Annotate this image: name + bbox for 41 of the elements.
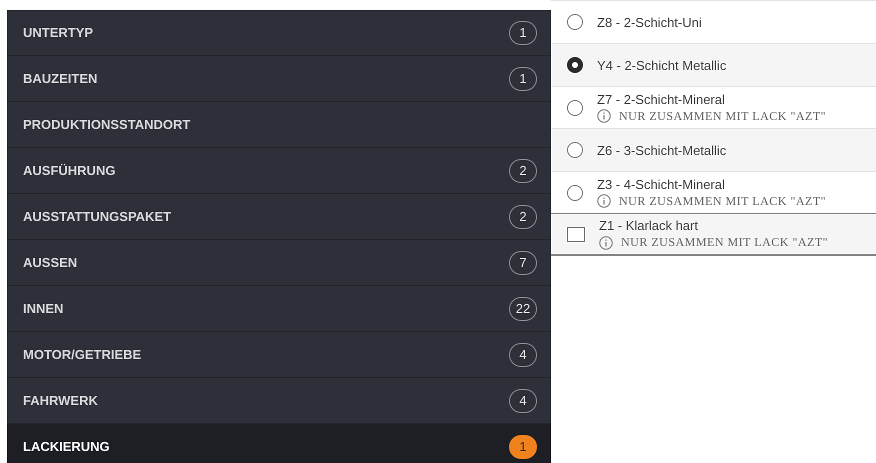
- option-row[interactable]: Z6 - 3-Schicht-Metallic: [551, 128, 876, 171]
- category-label: BAUZEITEN: [23, 71, 98, 86]
- category-label: AUSSTATTUNGSPAKET: [23, 209, 172, 224]
- radio-button[interactable]: [567, 100, 583, 116]
- radio-button[interactable]: [567, 184, 583, 200]
- option-label: Z3 - 4-Schicht-Mineral: [597, 176, 726, 192]
- count-badge: 1: [509, 66, 537, 90]
- category-label: PRODUKTIONSSTANDORT: [23, 117, 190, 132]
- category-label: FAHRWERK: [23, 393, 98, 408]
- category-label: AUSFÜHRUNG: [23, 163, 116, 178]
- option-note: NUR ZUSAMMEN MIT LACK "AZT": [621, 235, 828, 250]
- count-badge: 2: [509, 204, 537, 228]
- option-note: NUR ZUSAMMEN MIT LACK "AZT": [619, 108, 826, 124]
- option-row[interactable]: Z1 - Klarlack hart NUR ZUSAMMEN MIT LACK "AZT": [551, 213, 876, 256]
- count-badge: 2: [509, 158, 537, 182]
- radio-button[interactable]: [567, 14, 583, 30]
- count-badge: 1: [509, 434, 537, 458]
- category-label: INNEN: [23, 301, 64, 316]
- count-badge: 4: [509, 342, 537, 366]
- option-label: Z7 - 2-Schicht-Mineral: [597, 92, 726, 106]
- info-icon: [597, 194, 611, 208]
- option-label: Z6 - 3-Schicht-Metallic: [597, 142, 726, 158]
- checkbox[interactable]: [567, 226, 585, 242]
- count-badge: 1: [509, 20, 537, 44]
- info-icon: [597, 109, 611, 123]
- option-row[interactable]: Y4 - 2-Schicht Metallic: [551, 43, 876, 86]
- category-label: UNTERTYP: [23, 25, 94, 40]
- count-badge: 4: [509, 388, 537, 412]
- sidebar-item[interactable]: LACKIERUNG 1: [7, 424, 551, 463]
- option-note: NUR ZUSAMMEN MIT LACK "AZT": [619, 194, 826, 208]
- category-label: AUSSEN: [23, 255, 78, 270]
- option-label: Z1 - Klarlack hart: [599, 218, 699, 233]
- option-label: Z8 - 2-Schicht-Uni: [597, 14, 702, 30]
- count-badge: 7: [509, 250, 537, 274]
- radio-button[interactable]: [567, 57, 583, 73]
- count-badge: 22: [509, 296, 537, 320]
- category-label: MOTOR/GETRIEBE: [23, 347, 142, 362]
- radio-button[interactable]: [567, 142, 583, 158]
- option-label: Y4 - 2-Schicht Metallic: [597, 58, 726, 72]
- category-label: LACKIERUNG: [23, 439, 110, 454]
- info-icon: [599, 236, 613, 250]
